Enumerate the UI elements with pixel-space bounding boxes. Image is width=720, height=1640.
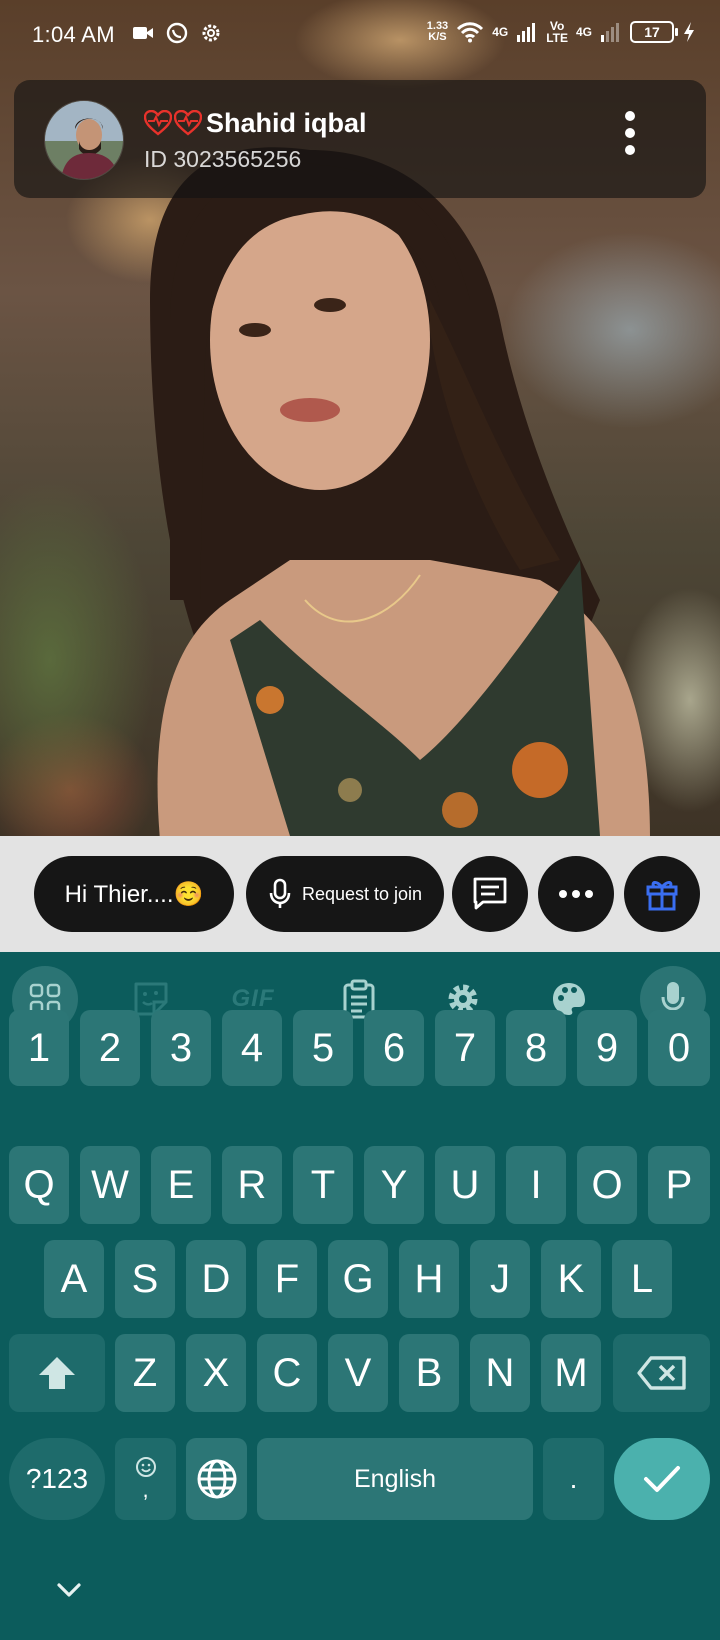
globe-icon — [197, 1459, 236, 1499]
key-a[interactable]: A — [44, 1240, 104, 1318]
key-5[interactable]: 5 — [293, 1010, 353, 1086]
key-9[interactable]: 9 — [577, 1010, 637, 1086]
key-z[interactable]: Z — [115, 1334, 175, 1412]
enter-key[interactable] — [614, 1438, 710, 1520]
period-key[interactable]: . — [543, 1438, 604, 1520]
backspace-icon — [636, 1356, 686, 1390]
key-n[interactable]: N — [470, 1334, 530, 1412]
host-id: ID 3023565256 — [144, 146, 302, 172]
key-o[interactable]: O — [577, 1146, 637, 1224]
video-stage: 1:04 AM 1.33 K/S 4G Vo LTE 4G 17 Shahid … — [0, 0, 720, 836]
key-8[interactable]: 8 — [506, 1010, 566, 1086]
key-w[interactable]: W — [80, 1146, 140, 1224]
symbols-key[interactable]: ?123 — [9, 1438, 105, 1520]
key-h[interactable]: H — [399, 1240, 459, 1318]
shift-arrow-icon — [39, 1357, 75, 1389]
key-1[interactable]: 1 — [9, 1010, 69, 1086]
key-l[interactable]: L — [612, 1240, 672, 1318]
battery-indicator: 17 — [630, 21, 678, 43]
key-c[interactable]: C — [257, 1334, 317, 1412]
key-0[interactable]: 0 — [648, 1010, 710, 1086]
chat-button[interactable] — [452, 856, 528, 932]
key-b[interactable]: B — [399, 1334, 459, 1412]
signal-bars-icon — [517, 23, 536, 42]
emoji-smile-icon — [135, 1457, 156, 1477]
settings-gear-icon — [202, 24, 220, 42]
key-s[interactable]: S — [115, 1240, 175, 1318]
key-d[interactable]: D — [186, 1240, 246, 1318]
gift-button[interactable] — [624, 856, 700, 932]
more-actions-button[interactable] — [538, 856, 614, 932]
language-key[interactable] — [186, 1438, 247, 1520]
heart-pulse-icon — [144, 110, 172, 136]
request-to-join-label: Request to join — [301, 883, 423, 904]
microphone-icon — [269, 878, 291, 908]
key-e[interactable]: E — [151, 1146, 211, 1224]
checkmark-icon — [644, 1466, 680, 1492]
key-x[interactable]: X — [186, 1334, 246, 1412]
key-7[interactable]: 7 — [435, 1010, 495, 1086]
charging-bolt-icon — [684, 22, 694, 42]
key-y[interactable]: Y — [364, 1146, 424, 1224]
key-f[interactable]: F — [257, 1240, 317, 1318]
quick-greeting-button[interactable]: Hi Thier....☺️ — [34, 856, 234, 932]
video-camera-icon — [133, 27, 153, 39]
live-action-bar: Hi Thier....☺️ Request to join — [0, 836, 720, 952]
gift-icon — [646, 881, 678, 911]
key-q[interactable]: Q — [9, 1146, 69, 1224]
wifi-icon — [457, 22, 484, 43]
key-p[interactable]: P — [648, 1146, 710, 1224]
request-to-join-button[interactable]: Request to join — [246, 856, 444, 932]
emoji-comma-key[interactable]: , — [115, 1438, 176, 1520]
key-m[interactable]: M — [541, 1334, 601, 1412]
key-v[interactable]: V — [328, 1334, 388, 1412]
key-j[interactable]: J — [470, 1240, 530, 1318]
status-left-icons — [132, 22, 222, 44]
key-6[interactable]: 6 — [364, 1010, 424, 1086]
more-horizontal-icon — [559, 890, 593, 898]
heart-pulse-icon — [174, 110, 202, 136]
key-g[interactable]: G — [328, 1240, 388, 1318]
whatsapp-icon — [166, 22, 188, 44]
on-screen-keyboard: GIF 1 2 3 4 5 6 7 8 9 0 Q W E R T Y U I … — [0, 952, 720, 1640]
host-name: Shahid iqbal — [206, 108, 367, 138]
comma-label: , — [142, 1477, 149, 1502]
key-i[interactable]: I — [506, 1146, 566, 1224]
signal-bars-weak-icon — [601, 23, 619, 42]
chat-bubble-icon — [473, 877, 507, 910]
key-t[interactable]: T — [293, 1146, 353, 1224]
space-key[interactable]: English — [257, 1438, 533, 1520]
signal-4g-label: 4G — [492, 25, 509, 39]
collapse-keyboard-icon[interactable] — [54, 1580, 84, 1600]
key-2[interactable]: 2 — [80, 1010, 140, 1086]
status-time: 1:04 AM — [32, 22, 115, 47]
avatar[interactable] — [44, 100, 124, 180]
net-speed: 1.33 K/S — [426, 20, 449, 43]
signal-4g-label-2: 4G — [575, 25, 592, 39]
shift-key[interactable] — [9, 1334, 105, 1412]
more-options-icon[interactable] — [616, 108, 644, 158]
gif-label: GIF — [231, 985, 275, 1012]
backspace-key[interactable] — [613, 1334, 710, 1412]
status-bar: 1:04 AM 1.33 K/S 4G Vo LTE 4G 17 — [0, 0, 720, 72]
heart-badges — [144, 110, 202, 136]
key-u[interactable]: U — [435, 1146, 495, 1224]
key-r[interactable]: R — [222, 1146, 282, 1224]
host-profile-card[interactable]: Shahid iqbal ID 3023565256 — [14, 80, 706, 198]
key-4[interactable]: 4 — [222, 1010, 282, 1086]
volte-label: Vo LTE — [546, 19, 568, 45]
key-3[interactable]: 3 — [151, 1010, 211, 1086]
status-right-icons: 1.33 K/S 4G Vo LTE 4G 17 — [427, 20, 696, 44]
key-k[interactable]: K — [541, 1240, 601, 1318]
